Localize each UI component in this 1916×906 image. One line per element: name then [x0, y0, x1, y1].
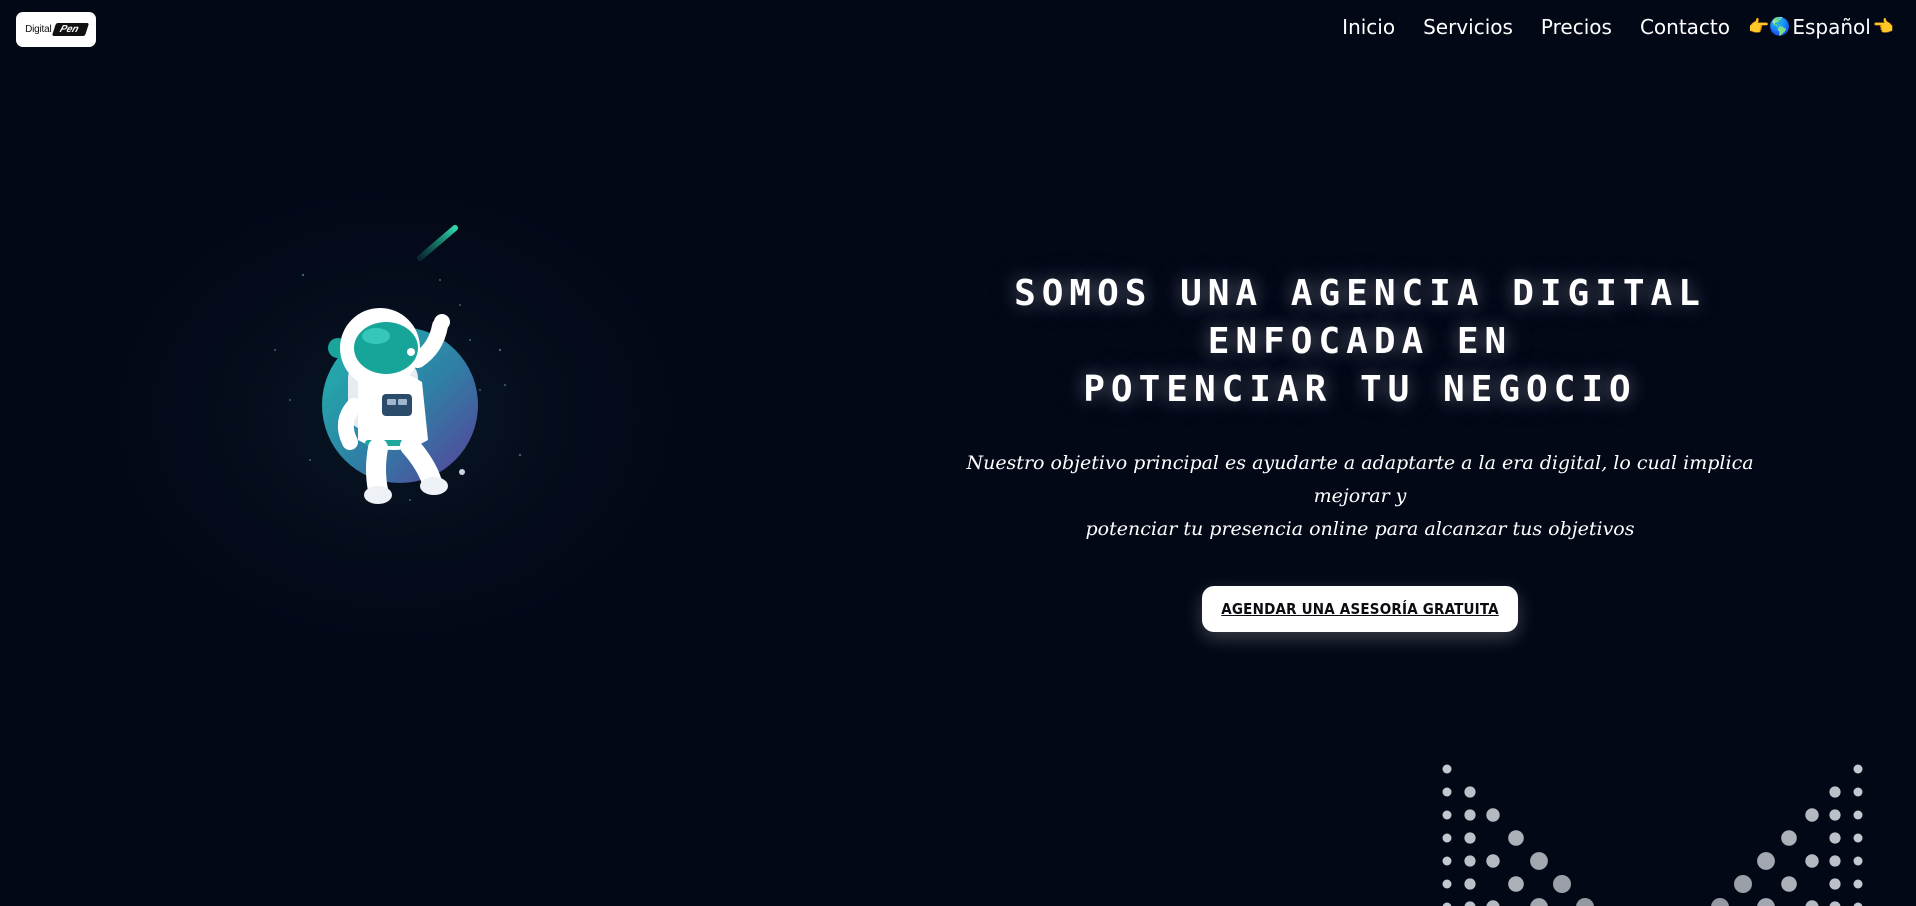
- hero-title: SOMOS UNA AGENCIA DIGITAL ENFOCADA EN PO…: [940, 270, 1780, 414]
- dot: [1442, 902, 1452, 906]
- hero-description-line2: potenciar tu presencia online para alcan…: [1085, 518, 1635, 540]
- dot: [1553, 875, 1571, 893]
- dot: [1829, 786, 1841, 798]
- schedule-consultation-button[interactable]: AGENDAR UNA ASESORÍA GRATUITA: [1202, 586, 1518, 632]
- dot: [1853, 764, 1863, 774]
- dot: [1781, 830, 1797, 846]
- dot: [1508, 830, 1524, 846]
- dot: [1442, 856, 1452, 866]
- nav-item-servicios[interactable]: Servicios: [1423, 15, 1513, 39]
- dot: [1464, 901, 1476, 906]
- dot: [1508, 876, 1524, 892]
- language-label: Español: [1792, 15, 1871, 39]
- dot: [1853, 879, 1863, 889]
- dot: [1734, 875, 1752, 893]
- logo-text-pen: Pen: [51, 23, 89, 36]
- dot: [1464, 832, 1476, 844]
- logo[interactable]: Digital Pen: [16, 12, 96, 47]
- hero-section: SOMOS UNA AGENCIA DIGITAL ENFOCADA EN PO…: [940, 270, 1780, 632]
- hero-description-line1: Nuestro objetivo principal es ayudarte a…: [966, 452, 1754, 507]
- dot: [1805, 900, 1819, 906]
- dot: [1576, 898, 1594, 906]
- dot: [1486, 854, 1500, 868]
- astronaut-icon: [274, 225, 522, 504]
- dot: [1805, 808, 1819, 822]
- pointing-right-globe-icon: 👉🌎: [1748, 17, 1791, 37]
- dot: [1757, 898, 1775, 906]
- dot: [1829, 901, 1841, 906]
- dot: [1805, 854, 1819, 868]
- main-nav: Inicio Servicios Precios Contacto 👉🌎 Esp…: [1342, 15, 1894, 39]
- hero-description: Nuestro objetivo principal es ayudarte a…: [940, 447, 1780, 546]
- dot: [1464, 855, 1476, 867]
- dot: [1442, 810, 1452, 820]
- dot: [1829, 878, 1841, 890]
- dot: [1829, 832, 1841, 844]
- dot: [1781, 876, 1797, 892]
- dot: [1442, 764, 1452, 774]
- hero-title-line1: SOMOS UNA AGENCIA DIGITAL ENFOCADA EN: [1014, 273, 1706, 362]
- hero-title-line2: POTENCIAR TU NEGOCIO: [1083, 369, 1637, 410]
- dot: [1464, 809, 1476, 821]
- dot: [1486, 900, 1500, 906]
- dot: [1829, 855, 1841, 867]
- dot: [1442, 787, 1452, 797]
- pointing-left-icon: 👈: [1872, 17, 1894, 37]
- nav-item-inicio[interactable]: Inicio: [1342, 15, 1395, 39]
- dot: [1853, 856, 1863, 866]
- nav-item-contacto[interactable]: Contacto: [1640, 15, 1730, 39]
- dot: [1530, 898, 1548, 906]
- dot: [1442, 879, 1452, 889]
- dot: [1853, 833, 1863, 843]
- dot: [1442, 833, 1452, 843]
- dot: [1464, 786, 1476, 798]
- dot: [1464, 878, 1476, 890]
- dot: [1853, 810, 1863, 820]
- language-selector[interactable]: 👉🌎 Español 👈: [1748, 15, 1894, 39]
- dot: [1853, 787, 1863, 797]
- dot: [1853, 902, 1863, 906]
- dot: [1530, 852, 1548, 870]
- logo-text-digital: Digital: [25, 24, 52, 35]
- dot: [1486, 808, 1500, 822]
- dot: [1829, 809, 1841, 821]
- dot: [1757, 852, 1775, 870]
- dot-pattern-icon: [1442, 764, 1863, 906]
- nav-item-precios[interactable]: Precios: [1541, 15, 1612, 39]
- dot: [1711, 898, 1729, 906]
